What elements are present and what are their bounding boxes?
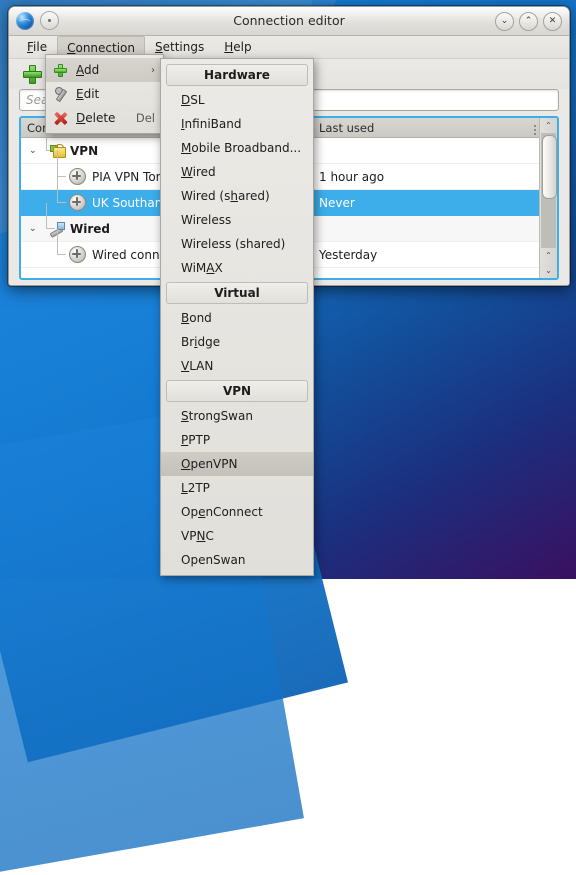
submenu-item-bond[interactable]: Bond bbox=[161, 306, 313, 330]
submenu-item-wireless-shared[interactable]: Wireless (shared) bbox=[161, 232, 313, 256]
connection-icon bbox=[69, 194, 86, 211]
titlebar-window-buttons: ⌄ ⌃ ✕ bbox=[495, 12, 562, 31]
submenu-item-wired[interactable]: Wired bbox=[161, 160, 313, 184]
submenu-item-infiniband[interactable]: InfiniBand bbox=[161, 112, 313, 136]
submenu-item-openvpn[interactable]: OpenVPN bbox=[161, 452, 313, 476]
submenu-item-openconnect[interactable]: OpenConnect bbox=[161, 500, 313, 524]
submenu-item-pptp[interactable]: PPTP bbox=[161, 428, 313, 452]
window-title: Connection editor bbox=[233, 13, 345, 28]
chevron-down-icon[interactable]: ⌄ bbox=[29, 146, 40, 156]
connection-icon bbox=[69, 168, 86, 185]
submenu-item-wireless[interactable]: Wireless bbox=[161, 208, 313, 232]
scroll-down-arrow-icon[interactable]: ⌄ bbox=[541, 263, 556, 278]
tree-branch bbox=[51, 177, 69, 215]
scrollbar-track[interactable] bbox=[541, 133, 557, 248]
submenu-item-wired-shared[interactable]: Wired (shared) bbox=[161, 184, 313, 208]
submenu-item-wimax[interactable]: WiMAX bbox=[161, 256, 313, 280]
wrench-icon bbox=[54, 87, 76, 103]
minimize-button[interactable]: ⌄ bbox=[495, 12, 514, 31]
connection-menu: Add › Edit Delete Del bbox=[45, 54, 164, 134]
row-label: Wired bbox=[70, 221, 110, 236]
submenu-item-vlan[interactable]: VLAN bbox=[161, 354, 313, 378]
menu-item-add[interactable]: Add › bbox=[46, 58, 163, 82]
chevron-right-icon: › bbox=[151, 64, 155, 76]
menu-item-add-label: Add bbox=[76, 63, 100, 77]
submenu-item-vpnc[interactable]: VPNC bbox=[161, 524, 313, 548]
section-header-hardware: Hardware bbox=[166, 64, 308, 86]
window-titlebar[interactable]: Connection editor ⌄ ⌃ ✕ bbox=[9, 7, 569, 36]
submenu-item-strongswan[interactable]: StrongSwan bbox=[161, 404, 313, 428]
tree-branch bbox=[40, 203, 55, 241]
menu-item-delete[interactable]: Delete Del bbox=[46, 106, 163, 130]
section-header-vpn: VPN bbox=[166, 380, 308, 402]
maximize-button[interactable]: ⌃ bbox=[519, 12, 538, 31]
column-header-last-used[interactable]: Last used bbox=[315, 121, 539, 135]
vertical-scrollbar[interactable]: ⌃ ⌃ ⌄ bbox=[539, 118, 557, 278]
chevron-down-icon[interactable]: ⌄ bbox=[29, 224, 40, 234]
scroll-up-arrow-icon[interactable]: ⌃ bbox=[541, 118, 556, 133]
row-last-used: 1 hour ago bbox=[319, 169, 385, 184]
connection-icon bbox=[69, 246, 86, 263]
submenu-item-openswan[interactable]: OpenSwan bbox=[161, 548, 313, 572]
menu-item-edit[interactable]: Edit bbox=[46, 82, 163, 106]
submenu-item-mobile-broadband[interactable]: Mobile Broadband... bbox=[161, 136, 313, 160]
tree-branch bbox=[51, 229, 69, 267]
row-last-used: Yesterday bbox=[319, 247, 378, 262]
menubar-item-help[interactable]: Help bbox=[214, 36, 261, 58]
submenu-item-bridge[interactable]: Bridge bbox=[161, 330, 313, 354]
plus-icon bbox=[54, 63, 76, 77]
add-submenu: Hardware DSL InfiniBand Mobile Broadband… bbox=[160, 58, 314, 576]
plus-icon bbox=[23, 64, 42, 84]
x-icon bbox=[54, 112, 76, 125]
row-last-used: Never bbox=[319, 195, 355, 210]
submenu-item-dsl[interactable]: DSL bbox=[161, 88, 313, 112]
scroll-up-arrow-bottom-icon[interactable]: ⌃ bbox=[541, 248, 556, 263]
scrollbar-thumb[interactable] bbox=[542, 135, 557, 199]
section-header-virtual: Virtual bbox=[166, 282, 308, 304]
row-label: VPN bbox=[70, 143, 99, 158]
submenu-item-l2tp[interactable]: L2TP bbox=[161, 476, 313, 500]
menu-item-edit-label: Edit bbox=[76, 87, 100, 101]
tree-branch bbox=[40, 125, 55, 163]
close-button[interactable]: ✕ bbox=[543, 12, 562, 31]
tree-branch bbox=[51, 151, 69, 189]
menu-item-delete-accel: Del bbox=[135, 111, 155, 125]
menu-item-delete-label: Delete bbox=[76, 111, 116, 125]
